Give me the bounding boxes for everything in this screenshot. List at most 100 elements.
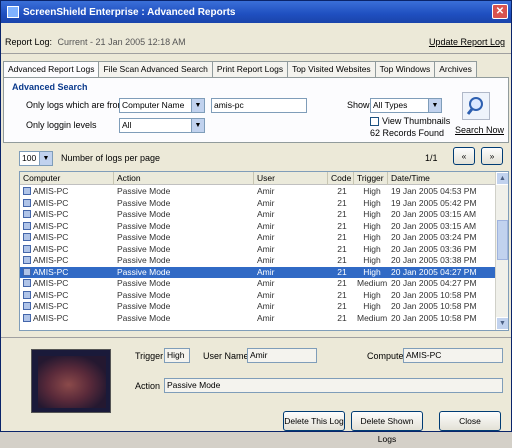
tab-top-windows[interactable]: Top Windows	[374, 61, 436, 77]
view-thumbnails-checkbox[interactable]	[370, 116, 379, 126]
computer-value: AMIS-PC	[403, 348, 503, 363]
table-cell-action: Passive Mode	[117, 220, 171, 231]
table-cell-trigger: High	[363, 186, 381, 196]
user-name-label: User Name	[203, 351, 249, 361]
column-header-user[interactable]: User	[254, 172, 328, 185]
prev-page-button[interactable]: «	[453, 147, 475, 165]
log-entry-icon	[23, 221, 31, 230]
table-cell-computer: AMIS-PC	[23, 290, 113, 301]
table-row[interactable]: AMIS-PC Passive Mode Amir 21 High 20 Jan 2005…	[20, 301, 496, 312]
table-cell-user: Amir	[257, 232, 275, 242]
column-header-code[interactable]: Code	[328, 172, 354, 185]
table-cell-user: Amir	[257, 197, 275, 208]
table-cell-computer: AMIS-PC	[23, 221, 113, 232]
window-title: ScreenShield Enterprise : Advanced Repor…	[23, 6, 236, 18]
close-icon[interactable]: ✕	[492, 4, 508, 19]
tab-file-scan-advanced-search[interactable]: File Scan Advanced Search	[98, 61, 213, 77]
table-row[interactable]: AMIS-PC Passive Mode Amir 21 High 19 Jan 2005…	[20, 186, 496, 197]
only-levels-label: Only loggin levels	[26, 120, 97, 130]
table-cell-user: Amir	[257, 266, 275, 277]
screenshot-thumbnail[interactable]	[31, 349, 111, 413]
filter-field-select[interactable]: Computer Name ▼	[119, 98, 205, 113]
level-select[interactable]: All ▼	[119, 118, 205, 133]
log-entry-icon	[23, 313, 31, 322]
table-cell-date-time: 20 Jan 2005 03:36 PM	[391, 243, 477, 254]
table-cell-user: Amir	[257, 301, 275, 311]
table-cell-computer: AMIS-PC	[23, 198, 113, 209]
logs-table: Computer Action User Code Trigger Date/T…	[19, 171, 509, 331]
table-cell-code: 21	[337, 243, 347, 254]
table-cell-date-time: 20 Jan 2005 10:58 PM	[391, 301, 477, 311]
table-cell-date-time: 20 Jan 2005 04:27 PM	[391, 278, 477, 288]
table-row[interactable]: AMIS-PC Passive Mode Amir 21 Medium 20 Jan 20…	[20, 278, 496, 289]
column-header-trigger[interactable]: Trigger	[354, 172, 388, 185]
view-thumbnails-option[interactable]: View Thumbnails	[370, 116, 450, 126]
table-row[interactable]: AMIS-PC Passive Mode Amir 21 Medium 20 Jan 20…	[20, 313, 496, 324]
table-cell-date-time: 20 Jan 2005 03:15 AM	[391, 209, 477, 219]
table-cell-action: Passive Mode	[117, 301, 171, 311]
search-now-icon-button[interactable]	[462, 92, 490, 120]
trigger-label: Trigger	[135, 351, 164, 361]
next-page-button[interactable]: »	[481, 147, 503, 165]
page-indicator: 1/1	[425, 153, 438, 163]
vertical-scrollbar[interactable]: ▲ ▼	[495, 172, 508, 330]
scroll-up-icon[interactable]: ▲	[496, 172, 508, 185]
delete-this-log-button[interactable]: Delete This Log	[283, 411, 345, 431]
table-cell-code: 21	[337, 278, 347, 288]
scroll-thumb[interactable]	[497, 220, 508, 260]
tab-print-report-logs[interactable]: Print Report Logs	[211, 61, 289, 77]
table-cell-user: Amir	[257, 220, 275, 231]
table-cell-action: Passive Mode	[117, 255, 171, 265]
table-cell-action: Passive Mode	[117, 209, 171, 219]
update-report-log-link[interactable]: Update Report Log	[429, 37, 505, 47]
computer-label: Computer	[367, 351, 407, 361]
table-row[interactable]: AMIS-PC Passive Mode Amir 21 High 20 Jan 2005…	[20, 290, 496, 301]
table-cell-date-time: 20 Jan 2005 03:24 PM	[391, 232, 477, 242]
tab-top-visited-websites[interactable]: Top Visited Websites	[287, 61, 376, 77]
tab-advanced-report-logs[interactable]: Advanced Report Logs	[3, 61, 100, 78]
table-cell-computer: AMIS-PC	[23, 232, 113, 243]
table-cell-computer: AMIS-PC	[23, 278, 113, 289]
table-cell-user: Amir	[257, 312, 275, 323]
log-entry-icon	[23, 267, 31, 276]
table-cell-trigger: High	[363, 220, 381, 231]
advanced-search-title: Advanced Search	[12, 82, 88, 92]
table-cell-date-time: 19 Jan 2005 05:42 PM	[391, 197, 477, 208]
app-window: ScreenShield Enterprise : Advanced Repor…	[0, 0, 512, 444]
table-row[interactable]: AMIS-PC Passive Mode Amir 21 High 20 Jan 2005…	[20, 255, 496, 266]
table-cell-user: Amir	[257, 209, 275, 219]
table-row[interactable]: AMIS-PC Passive Mode Amir 21 High 20 Jan 2005…	[20, 209, 496, 220]
per-page-select[interactable]: 100 ▼	[19, 151, 53, 166]
table-cell-computer: AMIS-PC	[23, 209, 113, 220]
table-cell-computer: AMIS-PC	[23, 186, 113, 197]
log-entry-icon	[23, 198, 31, 207]
table-cell-action: Passive Mode	[117, 232, 171, 242]
table-cell-action: Passive Mode	[117, 186, 171, 196]
column-header-datetime[interactable]: Date/Time	[388, 172, 496, 185]
table-cell-user: Amir	[257, 278, 275, 288]
close-button[interactable]: Close	[439, 411, 501, 431]
table-cell-action: Passive Mode	[117, 289, 171, 300]
show-type-select[interactable]: All Types ▼	[370, 98, 442, 113]
log-entry-icon	[23, 210, 31, 218]
table-cell-action: Passive Mode	[117, 266, 171, 277]
column-header-action[interactable]: Action	[114, 172, 254, 185]
delete-shown-logs-button[interactable]: Delete Shown Logs	[351, 411, 423, 444]
action-value: Passive Mode	[164, 378, 503, 393]
table-cell-action: Passive Mode	[117, 312, 171, 323]
tab-archives[interactable]: Archives	[434, 61, 477, 77]
table-cell-date-time: 20 Jan 2005 04:27 PM	[391, 266, 477, 277]
table-row[interactable]: AMIS-PC Passive Mode Amir 21 High 19 Jan 2005…	[20, 198, 496, 209]
title-bar: ScreenShield Enterprise : Advanced Repor…	[1, 1, 511, 23]
table-row[interactable]: AMIS-PC Passive Mode Amir 21 High 20 Jan 2005…	[20, 244, 496, 255]
table-row[interactable]: AMIS-PC Passive Mode Amir 21 High 20 Jan 2005…	[20, 232, 496, 243]
search-now-link[interactable]: Search Now	[455, 125, 504, 135]
scroll-down-icon[interactable]: ▼	[496, 317, 508, 330]
column-header-computer[interactable]: Computer	[20, 172, 114, 185]
table-cell-computer: AMIS-PC	[23, 267, 113, 278]
table-cell-date-time: 20 Jan 2005 10:58 PM	[391, 289, 477, 300]
table-row[interactable]: AMIS-PC Passive Mode Amir 21 High 20 Jan 2005…	[20, 266, 496, 278]
table-row[interactable]: AMIS-PC Passive Mode Amir 21 High 20 Jan 2005…	[20, 221, 496, 232]
filter-value-input[interactable]: amis-pc	[211, 98, 307, 113]
divider	[1, 337, 511, 338]
